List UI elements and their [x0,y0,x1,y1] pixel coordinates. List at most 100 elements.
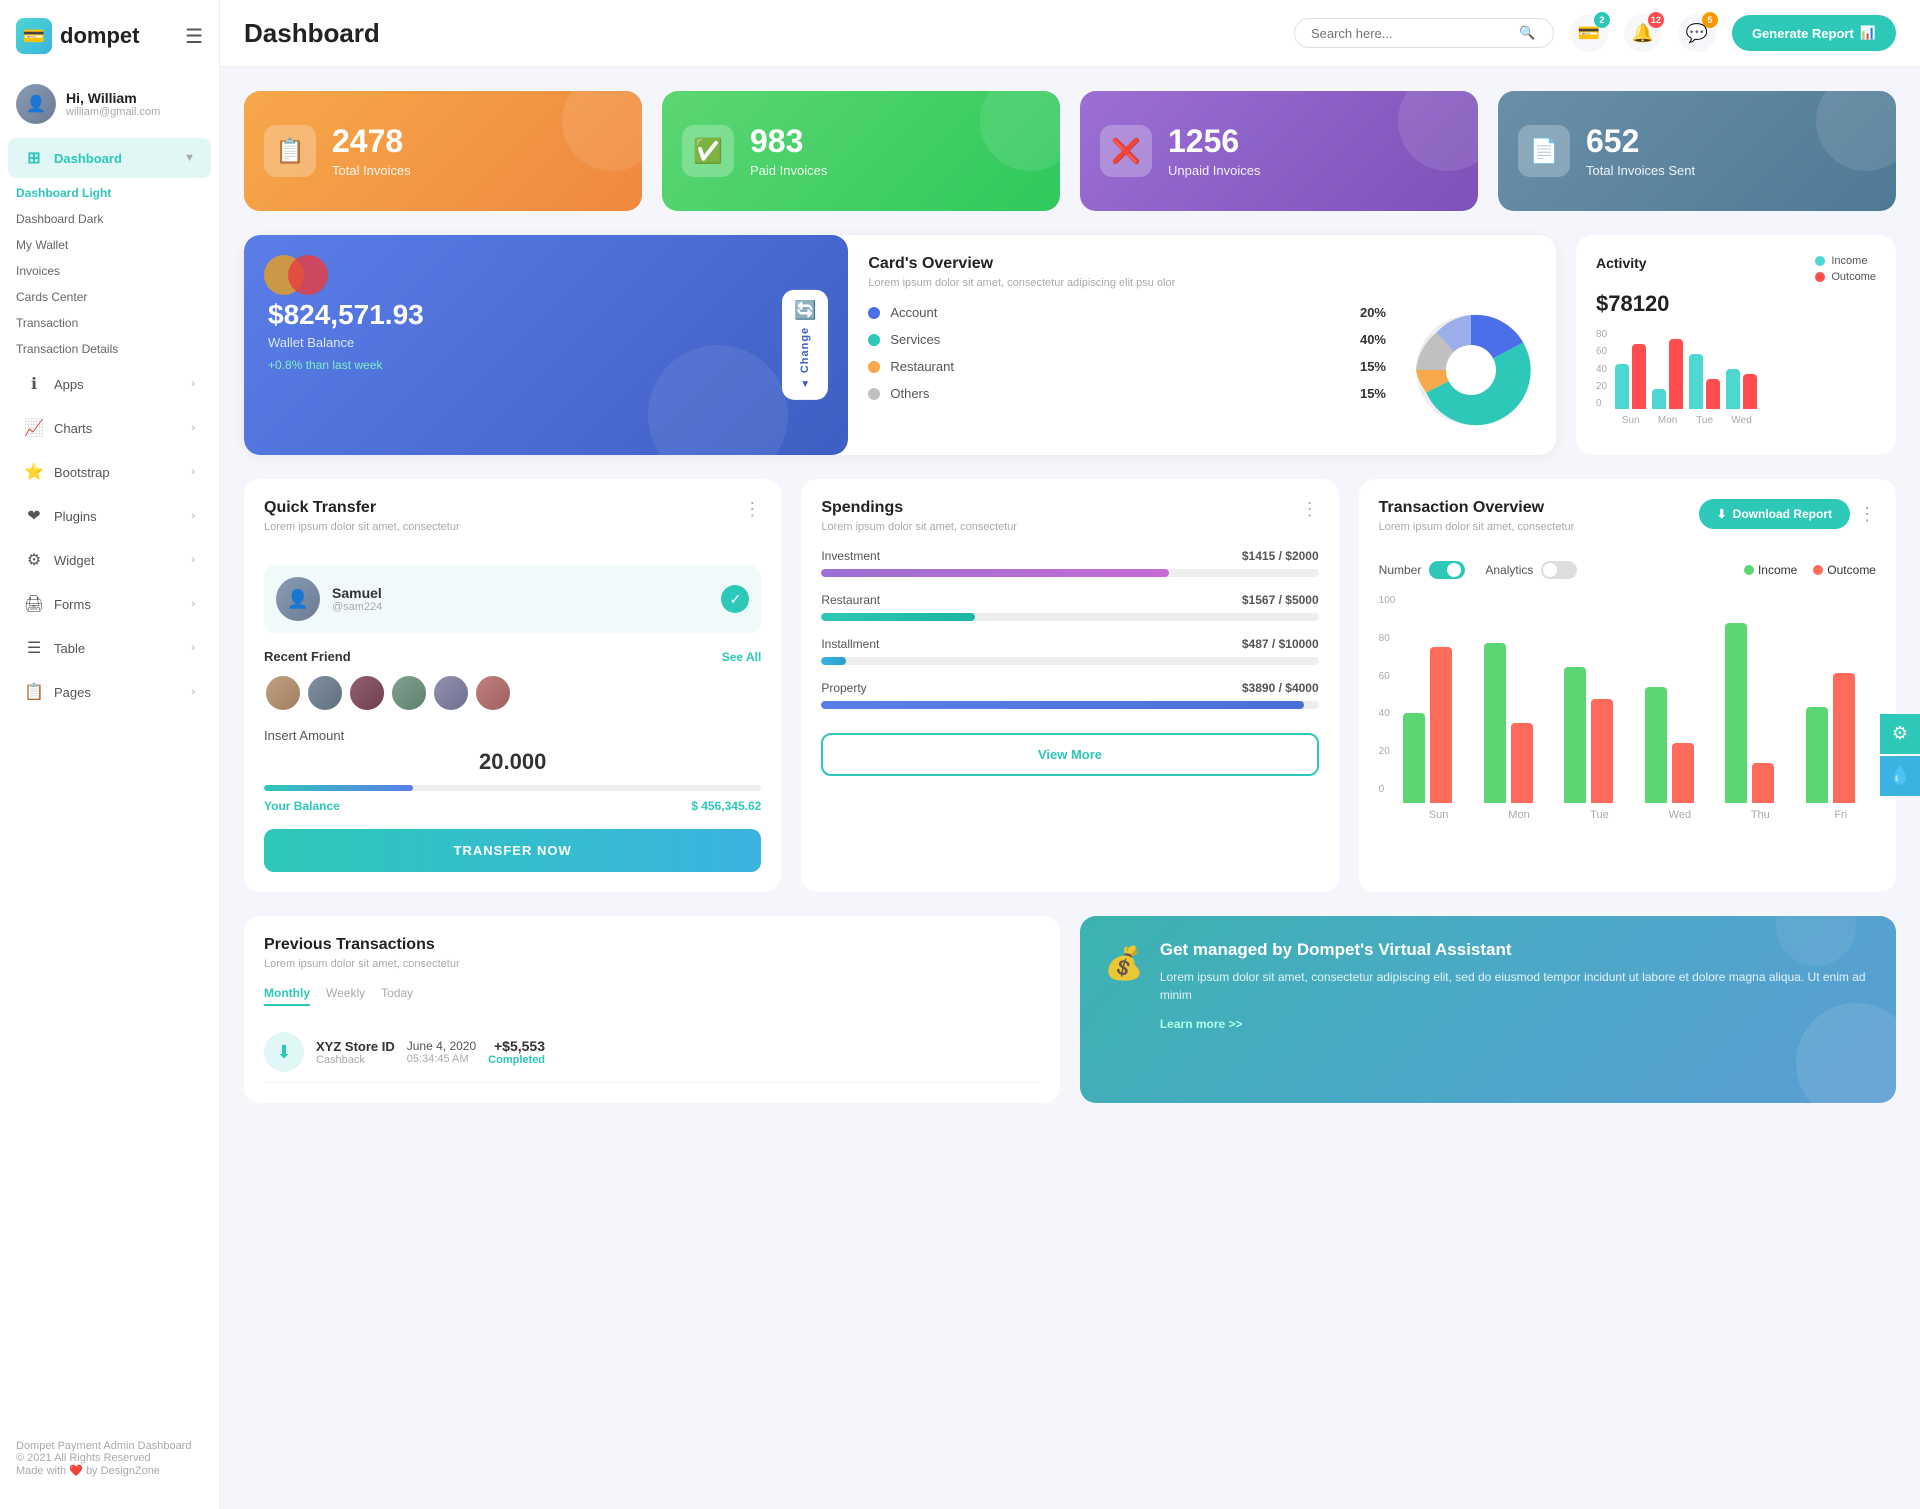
bell-icon-btn[interactable]: 🔔 12 [1624,14,1662,52]
nav-item-table[interactable]: ☰ Table › [8,628,211,668]
banner-learn-more-link[interactable]: Learn more >> [1160,1017,1243,1031]
view-more-button[interactable]: View More [821,733,1318,776]
nav-item-plugins[interactable]: ❤ Plugins › [8,496,211,536]
nav-item-charts[interactable]: 📈 Charts › [8,408,211,448]
qt-header-text: Quick Transfer Lorem ipsum dolor sit ame… [264,499,460,549]
plugins-icon: ❤ [24,506,44,526]
settings-side-button[interactable]: ⚙ [1880,714,1920,754]
toggle-number-label: Number [1379,563,1422,577]
trans-date-value: June 4, 2020 [407,1039,476,1053]
tab-today[interactable]: Today [381,986,413,1006]
income-bar-main-fri [1806,707,1828,803]
wallet-icon-btn[interactable]: 💳 2 [1570,14,1608,52]
trans-header: Transaction Overview Lorem ipsum dolor s… [1379,499,1876,549]
transfer-user-row: 👤 Samuel @sam224 ✓ [264,565,761,633]
spendings-header-text: Spendings Lorem ipsum dolor sit amet, co… [821,499,1017,549]
trans-cashback-icon: ⬇ [264,1032,304,1072]
nav-table-label: Table [54,641,181,656]
bar-group-main-wed [1645,687,1715,803]
banner-content: Get managed by Dompet's Virtual Assistan… [1160,940,1872,1031]
tab-weekly[interactable]: Weekly [326,986,365,1006]
nav-item-pages[interactable]: 📋 Pages › [8,672,211,712]
income-bar-tue [1689,354,1703,409]
cards-overview-subtitle: Lorem ipsum dolor sit amet, consectetur … [868,277,1536,289]
nav-sub-dashboard-light[interactable]: Dashboard Light [0,180,219,206]
recent-friend-label: Recent Friend [264,649,351,664]
forms-icon: 🖨 [24,594,44,614]
see-all-link[interactable]: See All [722,650,762,664]
nav-sub-transaction[interactable]: Transaction [0,310,219,336]
nav-item-widget[interactable]: ⚙ Widget › [8,540,211,580]
nav-sub-transaction-details[interactable]: Transaction Details [0,336,219,362]
wallet-label: Wallet Balance [268,335,824,350]
quick-transfer-card: Quick Transfer Lorem ipsum dolor sit ame… [244,479,781,892]
hamburger-icon[interactable]: ☰ [185,24,203,49]
ov-pct-others: 15% [1360,386,1386,401]
qt-menu-icon[interactable]: ⋮ [743,499,761,520]
nav-item-forms[interactable]: 🖨 Forms › [8,584,211,624]
wallet-change-label: Change [799,327,811,373]
side-actions: ⚙ 💧 [1880,714,1920,796]
search-icon[interactable]: 🔍 [1519,25,1535,41]
unpaid-invoices-icon: ❌ [1100,125,1152,177]
outcome-bar-main-fri [1833,673,1855,803]
mid-row: 🔄 Change ▼ $824,571.93 Wallet Balance +0… [244,235,1896,455]
income-bar-sun [1615,364,1629,409]
spendings-header: Spendings Lorem ipsum dolor sit amet, co… [821,499,1318,549]
chat-icon-btn[interactable]: 💬 5 [1678,14,1716,52]
trans-chart-area: 0 20 40 60 80 100 [1379,595,1876,821]
chevron-right-icon-6: › [191,598,195,610]
spendings-menu-icon[interactable]: ⋮ [1301,499,1319,520]
dashboard-sub-menu: Dashboard Light Dashboard Dark My Wallet… [0,180,219,362]
toggle-knob-analytics [1543,563,1557,577]
sent-invoices-info: 652 Total Invoices Sent [1586,124,1695,178]
transfer-avatar: 👤 [276,577,320,621]
trans-time-value: 05:34:45 AM [407,1053,476,1065]
analytics-toggle-switch[interactable] [1541,561,1577,579]
nav-sub-cards-center[interactable]: Cards Center [0,284,219,310]
pages-icon: 📋 [24,682,44,702]
toggle-knob-number [1447,563,1461,577]
nav-item-bootstrap[interactable]: ⭐ Bootstrap › [8,452,211,492]
unpaid-invoices-label: Unpaid Invoices [1168,163,1261,178]
income-legend-trans: Income [1744,563,1797,577]
transaction-overview-card: Transaction Overview Lorem ipsum dolor s… [1359,479,1896,892]
x-label-mon: Mon [1484,809,1554,821]
outcome-bar-main-thu [1752,763,1774,803]
nav-sub-invoices[interactable]: Invoices [0,258,219,284]
spending-installment-row: Installment $487 / $10000 [821,637,1318,651]
trans-type-1: Cashback [316,1054,395,1066]
spendings-subtitle: Lorem ipsum dolor sit amet, consectetur [821,521,1017,533]
avatar-img: 👤 [16,84,56,124]
bar-group-main-sun [1403,647,1473,803]
transfer-now-button[interactable]: TRANSFER NOW [264,829,761,872]
trans-details-1: XYZ Store ID Cashback [316,1039,395,1066]
number-toggle-switch[interactable] [1429,561,1465,579]
generate-report-button[interactable]: Generate Report 📊 [1732,15,1896,51]
download-report-label: Download Report [1733,507,1832,521]
nav-sub-dashboard-dark[interactable]: Dashboard Dark [0,206,219,232]
dot-others [868,388,880,400]
spending-restaurant-row: Restaurant $1567 / $5000 [821,593,1318,607]
bar-chart-main [1403,603,1876,803]
balance-row: Your Balance $ 456,345.62 [264,799,761,813]
paid-invoices-label: Paid Invoices [750,163,827,178]
tab-monthly[interactable]: Monthly [264,986,310,1006]
user-profile: 👤 Hi, William william@gmail.com [0,72,219,136]
activity-section: Activity Income Outcome $78 [1576,235,1896,455]
transfer-name: Samuel [332,585,382,601]
theme-side-button[interactable]: 💧 [1880,756,1920,796]
search-input[interactable] [1311,26,1511,41]
amount-value: 20.000 [264,749,761,775]
nav-charts-label: Charts [54,421,181,436]
trans-menu-icon[interactable]: ⋮ [1858,504,1876,525]
total-invoices-icon: 📋 [264,125,316,177]
nav-item-dashboard[interactable]: ⊞ Dashboard ▼ [8,138,211,178]
spending-property-bar [821,701,1318,709]
trans-amount-value: +$5,553 [494,1038,545,1054]
nav-sub-my-wallet[interactable]: My Wallet [0,232,219,258]
stat-card-total-invoices: 📋 2478 Total Invoices [244,91,642,211]
download-report-button[interactable]: ⬇ Download Report [1699,499,1850,529]
overview-item-services: Services 40% [868,332,1386,347]
nav-item-apps[interactable]: ℹ Apps › [8,364,211,404]
